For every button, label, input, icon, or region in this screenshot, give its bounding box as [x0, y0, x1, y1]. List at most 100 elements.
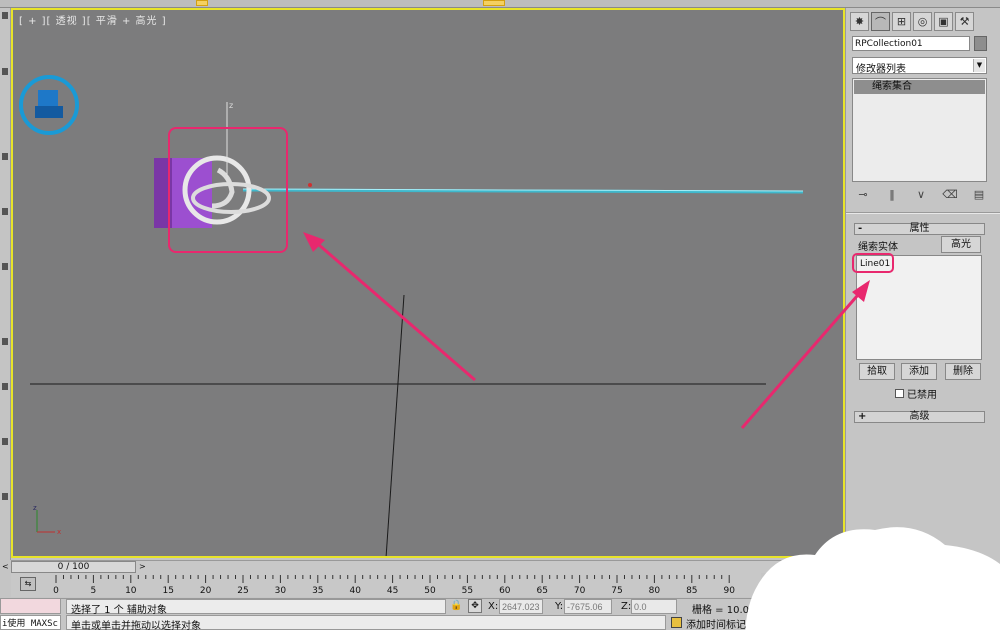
modifier-stack-item[interactable]: 绳索集合 — [854, 80, 985, 94]
go-to-start-icon[interactable]: ⏮ — [966, 599, 981, 613]
viewcube-icon[interactable] — [38, 90, 58, 106]
motion-tab-icon[interactable]: ◎ — [913, 12, 932, 31]
z-coordinate-field[interactable] — [631, 599, 677, 614]
object-color-swatch[interactable] — [974, 36, 987, 51]
auto-key-button[interactable]: 自动关键点 — [807, 599, 857, 614]
x-coordinate-field[interactable] — [499, 599, 543, 614]
track-tick-label: 70 — [574, 586, 586, 596]
pin-stack-icon[interactable]: ⊸ — [854, 188, 872, 201]
display-tab-icon[interactable]: ▣ — [934, 12, 953, 31]
transform-mode-icon[interactable]: ✥ — [468, 599, 482, 613]
toolbar-tool-icon[interactable] — [2, 68, 8, 75]
modifier-list-label: 修改器列表 — [856, 64, 906, 75]
key-filter-icon[interactable]: √ — [866, 615, 873, 628]
chevron-down-icon[interactable]: ▼ — [952, 602, 957, 610]
go-to-end-icon[interactable]: ⏭ — [966, 615, 981, 629]
rope-entities-label: 绳索实体 — [858, 242, 898, 253]
collapse-icon: - — [858, 223, 863, 234]
track-tick-label: 85 — [686, 586, 697, 596]
track-tick-label: 65 — [536, 586, 547, 596]
toolbar-select-button[interactable] — [196, 0, 208, 6]
add-button[interactable]: 添加 — [901, 363, 937, 380]
checkbox-box[interactable] — [895, 389, 904, 398]
key-filters-button[interactable]: 关键点过滤器... — [886, 616, 956, 630]
track-tick-label: 10 — [125, 586, 137, 596]
chevron-left-icon[interactable]: < — [2, 562, 9, 571]
selected-label: 选定对象 — [866, 604, 906, 615]
annotation-arrow-right — [740, 280, 870, 429]
y-coordinate-field[interactable] — [564, 599, 612, 614]
annotation-arrow-left — [310, 236, 476, 382]
utilities-tab-icon[interactable]: ⚒ — [955, 12, 974, 31]
stack-tools: ⊸ ‖ ∨ ⌫ ▤ — [854, 186, 988, 202]
modifier-list-dropdown[interactable]: 修改器列表 ▼ — [852, 57, 987, 75]
modifier-stack[interactable]: 绳索集合 — [852, 78, 987, 182]
track-tick-label: 30 — [275, 586, 287, 596]
lock-icon[interactable]: 🔒 — [450, 600, 462, 611]
viewport-scene[interactable]: z z x — [13, 10, 845, 558]
track-tick-label: 50 — [424, 586, 436, 596]
track-tick-label: 20 — [200, 586, 212, 596]
panel-divider — [846, 212, 1000, 214]
list-item[interactable]: Line01 — [860, 259, 890, 269]
hierarchy-tab-icon[interactable]: ⊞ — [892, 12, 911, 31]
toolbar-tool-icon[interactable] — [2, 383, 8, 390]
modify-tab-icon[interactable]: ⌒ — [871, 12, 890, 31]
z-label: Z: — [621, 601, 632, 612]
track-filter-icon[interactable]: ⇆ — [20, 577, 36, 591]
current-frame-field[interactable] — [985, 615, 1000, 630]
maxscript-label[interactable]: i使用 MAXSc — [0, 615, 61, 630]
make-unique-icon[interactable]: ∨ — [912, 188, 930, 201]
grid-size: 栅格 = 10.0 — [692, 605, 750, 616]
track-bar[interactable]: 0 5 10 15 20 25 30 35 40 45 50 55 60 65 70 75 80 85 90 — [11, 573, 761, 597]
key-selection-dropdown[interactable]: 选定对象 ▼ — [862, 599, 960, 615]
selection-status: 选择了 1 个 辅助对象 — [66, 599, 446, 616]
track-tick-label: 45 — [387, 586, 398, 596]
toolbar-tool-icon[interactable] — [2, 153, 8, 160]
purple-box-side — [154, 158, 172, 228]
show-end-result-icon[interactable]: ‖ — [883, 188, 901, 201]
y-label: Y: — [555, 601, 564, 612]
key-icon[interactable]: ⚿ — [781, 603, 792, 619]
viewport-label[interactable]: [ + ][ 透视 ][ 平滑 + 高光 ] — [19, 12, 167, 27]
time-tag-icon[interactable] — [671, 617, 682, 628]
left-toolbar — [0, 8, 11, 560]
maxscript-listener[interactable] — [0, 598, 61, 614]
track-tick-label: 5 — [91, 586, 97, 596]
chevron-right-icon[interactable]: > — [139, 562, 146, 571]
toolbar-tool-icon[interactable] — [2, 493, 8, 500]
track-tick-label: 90 — [723, 586, 735, 596]
configure-sets-icon[interactable]: ▤ — [970, 188, 988, 201]
rollout-title: 属性 — [909, 223, 930, 234]
disabled-label: 已禁用 — [907, 390, 937, 401]
toolbar-tool-icon[interactable] — [2, 438, 8, 445]
toolbar-tool-icon[interactable] — [2, 263, 8, 270]
add-time-tag[interactable]: 添加时间标记 — [686, 616, 746, 630]
time-slider[interactable]: < 0 / 100 > — [2, 560, 845, 573]
object-name-input[interactable] — [852, 36, 970, 51]
remove-modifier-icon[interactable]: ⌫ — [941, 188, 959, 201]
toolbar-tool-icon[interactable] — [2, 208, 8, 215]
set-key-button[interactable]: 设置关键点 — [807, 616, 857, 630]
rotate-gizmo-arc[interactable] — [211, 167, 235, 209]
track-tick-label: 60 — [499, 586, 511, 596]
create-tab-icon[interactable]: ✸ — [850, 12, 869, 31]
toolbar-tool-icon[interactable] — [2, 12, 8, 19]
perspective-viewport[interactable]: z z x [ + ][ 透视 ][ 平滑 + 高光 ] — [11, 8, 845, 558]
properties-rollout-header[interactable]: - 属性 — [854, 223, 985, 235]
delete-button[interactable]: 删除 — [945, 363, 981, 380]
previous-frame-icon[interactable]: ◀ — [983, 599, 998, 613]
toolbar-tool-icon[interactable] — [2, 338, 8, 345]
command-panel-tabs: ✸ ⌒ ⊞ ◎ ▣ ⚒ — [850, 12, 998, 32]
track-tick-label: 0 — [53, 586, 59, 596]
tripod-x-icon: x — [57, 528, 61, 536]
prompt-line: 单击或单击并拖动以选择对象 — [66, 615, 666, 630]
highlight-button[interactable]: 高光 — [941, 236, 981, 253]
time-slider-thumb[interactable]: 0 / 100 — [11, 561, 136, 573]
chevron-down-icon[interactable]: ▼ — [973, 59, 985, 72]
track-tick-label: 80 — [649, 586, 661, 596]
rollout-title: 高级 — [909, 411, 930, 422]
track-tick-label: 15 — [162, 586, 173, 596]
disabled-checkbox[interactable]: 已禁用 — [895, 386, 937, 401]
toolbar-active-button[interactable] — [483, 0, 505, 6]
